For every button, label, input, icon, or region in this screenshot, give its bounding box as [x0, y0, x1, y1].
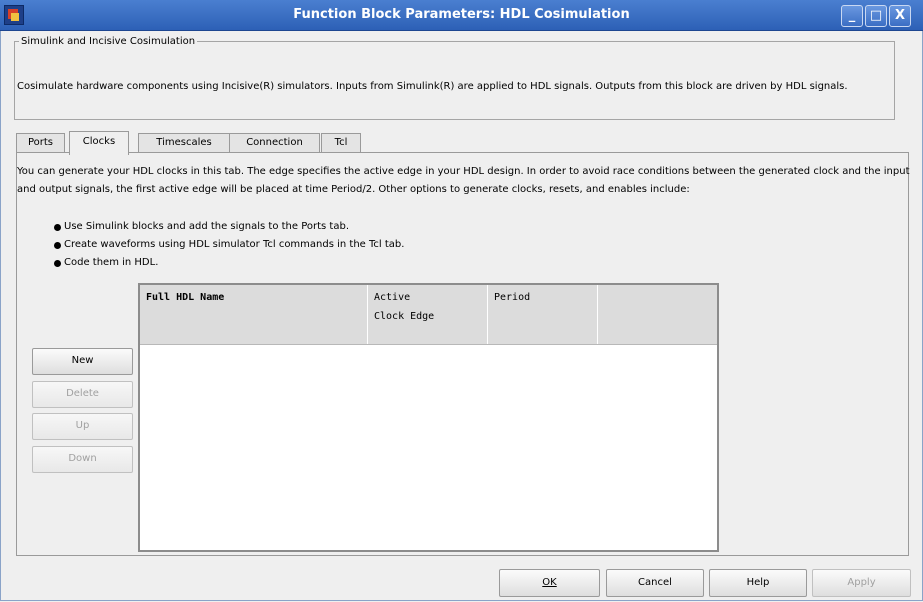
column-header-filler: [598, 285, 717, 344]
tab-clocks[interactable]: Clocks: [69, 131, 129, 155]
group-description: Cosimulate hardware components using Inc…: [17, 81, 848, 92]
table-header: Full HDL Name Active Clock Edge Period: [140, 285, 717, 345]
help-button[interactable]: Help: [709, 569, 807, 597]
title-bar: Function Block Parameters: HDL Cosimulat…: [0, 0, 923, 31]
cancel-button[interactable]: Cancel: [606, 569, 704, 597]
apply-button[interactable]: Apply: [812, 569, 911, 597]
column-header-line: Clock Edge: [374, 311, 435, 322]
delete-button[interactable]: Delete: [32, 381, 133, 408]
tab-ports[interactable]: Ports: [16, 133, 65, 153]
list-item: Use Simulink blocks and add the signals …: [54, 218, 404, 236]
button-label: OK: [542, 577, 557, 588]
column-header-full-hdl-name[interactable]: Full HDL Name: [140, 285, 368, 344]
group-legend: Simulink and Incisive Cosimulation: [21, 36, 196, 47]
column-header-line: Active: [374, 292, 411, 303]
window-title: Function Block Parameters: HDL Cosimulat…: [293, 7, 630, 22]
column-header-active-clock-edge[interactable]: Active Clock Edge: [368, 285, 488, 344]
tab-tcl[interactable]: Tcl: [321, 133, 361, 153]
close-button[interactable]: X: [889, 5, 911, 27]
list-item: Code them in HDL.: [54, 254, 404, 272]
tab-connection[interactable]: Connection: [229, 133, 320, 153]
down-button[interactable]: Down: [32, 446, 133, 473]
new-button[interactable]: New: [32, 348, 133, 375]
button-label: Help: [746, 577, 770, 588]
options-list: Use Simulink blocks and add the signals …: [54, 218, 404, 272]
up-button[interactable]: Up: [32, 413, 133, 440]
clocks-table[interactable]: Full HDL Name Active Clock Edge Period: [138, 283, 719, 552]
maximize-button[interactable]: □: [865, 5, 887, 27]
list-item: Create waveforms using HDL simulator Tcl…: [54, 236, 404, 254]
button-label: Cancel: [638, 577, 672, 588]
tab-timescales[interactable]: Timescales: [138, 133, 230, 153]
ok-button[interactable]: OK: [499, 569, 600, 597]
column-header-period[interactable]: Period: [488, 285, 598, 344]
minimize-button[interactable]: _: [841, 5, 863, 27]
clocks-intro: You can generate your HDL clocks in this…: [17, 166, 910, 195]
button-label: Apply: [847, 577, 876, 588]
